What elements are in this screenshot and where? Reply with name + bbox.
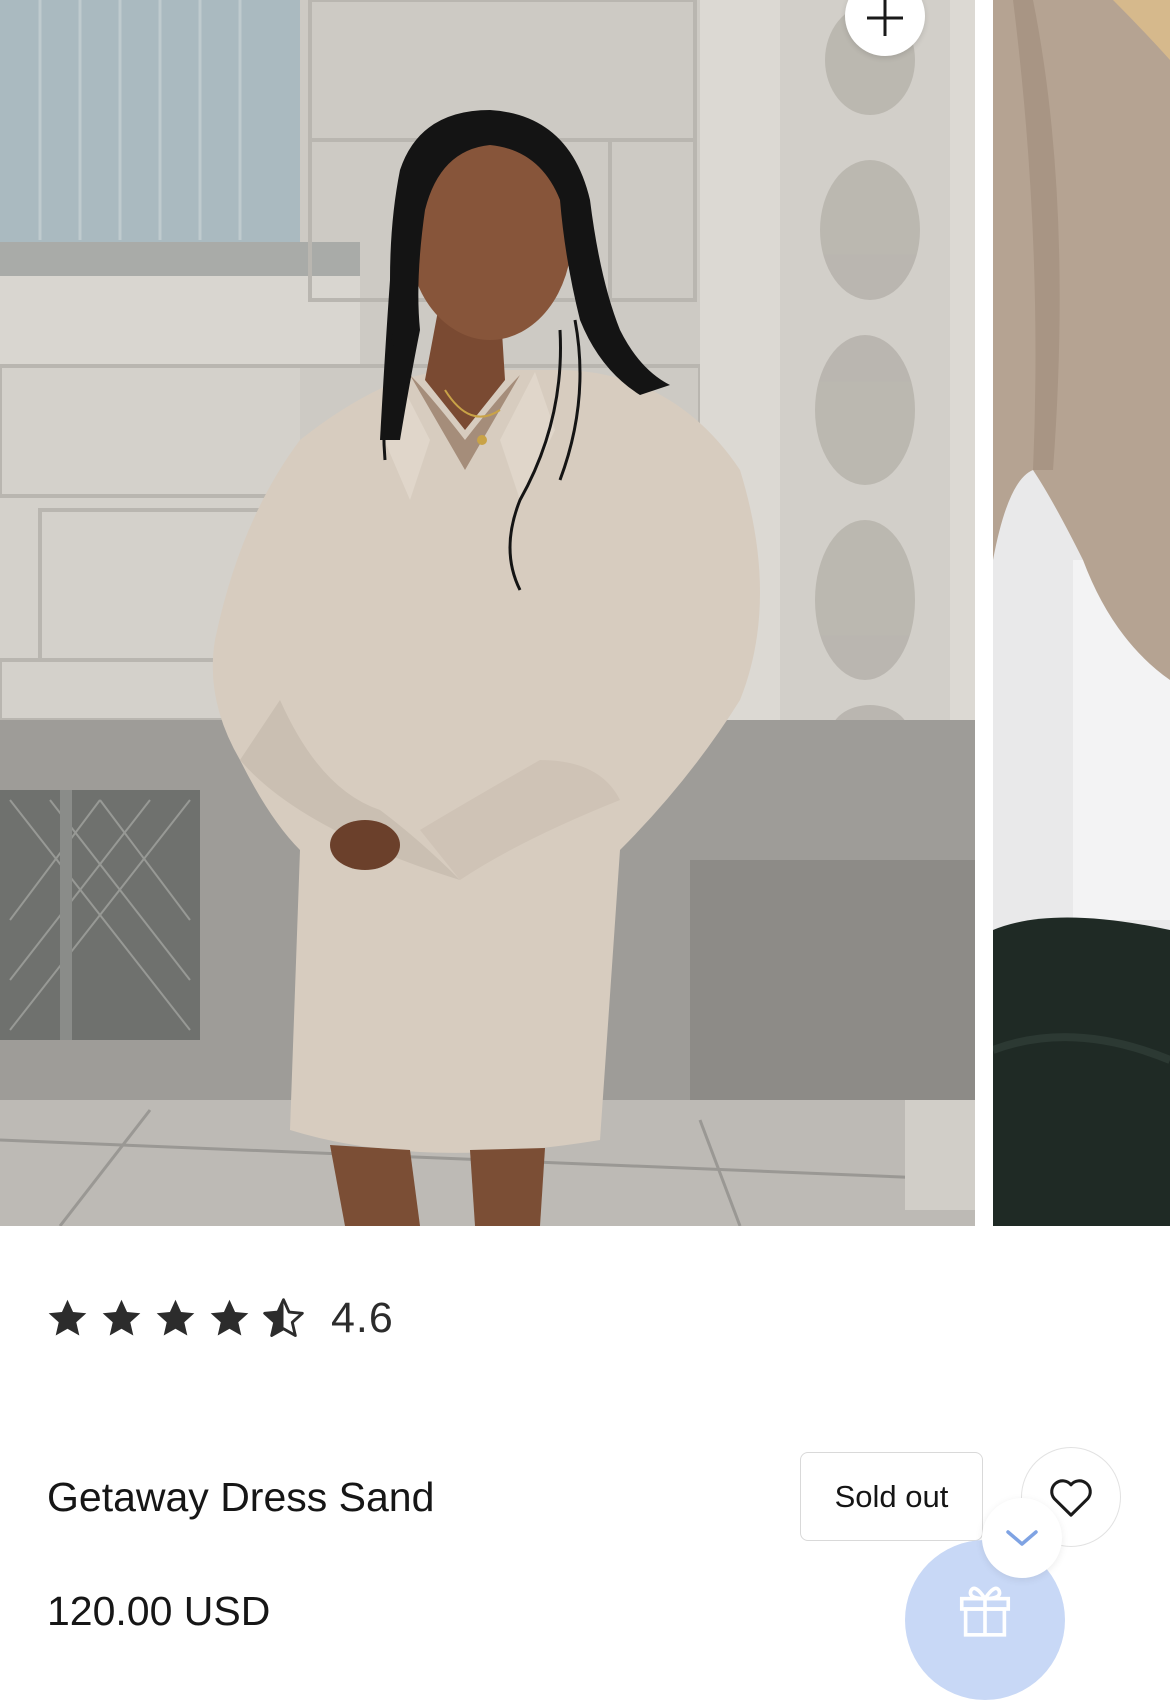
- gift-icon: [959, 1586, 1011, 1637]
- product-rating[interactable]: 4.6: [46, 1292, 394, 1344]
- star-icon: [156, 1299, 195, 1336]
- star-icon: [210, 1299, 249, 1336]
- product-image-next[interactable]: [993, 0, 1170, 1226]
- star-icon: [48, 1299, 87, 1336]
- chevron-down-icon: [1006, 1530, 1038, 1546]
- product-price: 120.00 USD: [47, 1588, 271, 1634]
- plus-icon: [867, 0, 903, 36]
- collapse-widget-button[interactable]: [982, 1498, 1062, 1578]
- product-image-main[interactable]: [0, 0, 975, 1226]
- rating-stars: [46, 1297, 305, 1340]
- product-title: Getaway Dress Sand: [47, 1474, 435, 1520]
- heart-icon: [1050, 1479, 1092, 1517]
- star-icon: [102, 1299, 141, 1336]
- product-gallery[interactable]: [0, 0, 1170, 1226]
- sold-out-button[interactable]: Sold out: [800, 1452, 983, 1541]
- star-half-icon: [263, 1297, 304, 1337]
- rating-value: 4.6: [331, 1293, 394, 1342]
